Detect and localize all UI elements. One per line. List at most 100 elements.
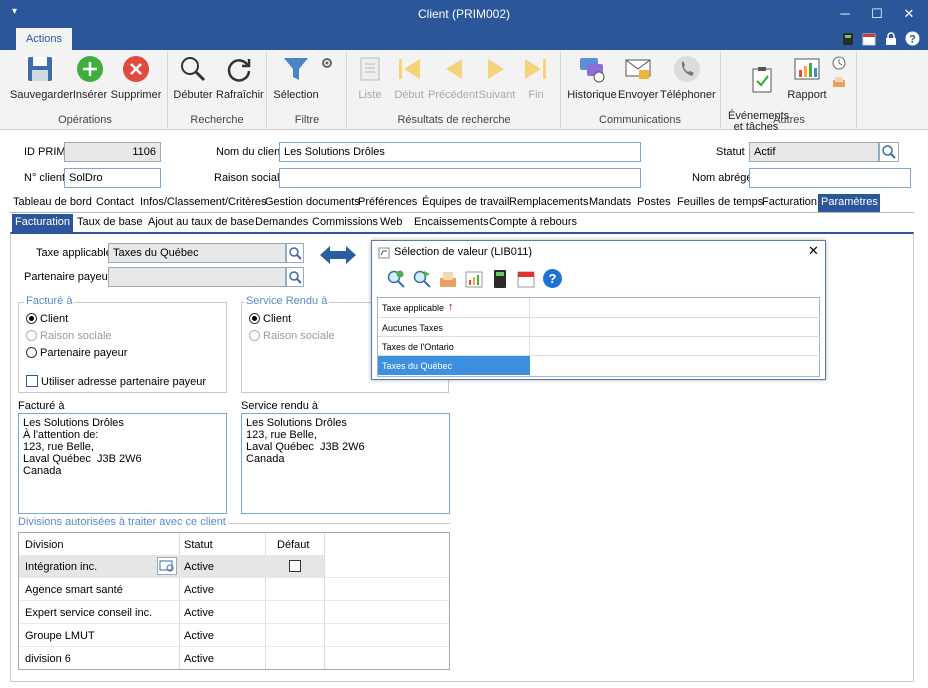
events-button[interactable]: Événements et tâches (728, 54, 789, 155)
history-button[interactable]: Historique (566, 54, 618, 101)
inbox-icon[interactable] (832, 76, 846, 88)
tab-documents[interactable]: Gestion documents (262, 194, 363, 212)
tab-infos[interactable]: Infos/Classement/Critères (137, 194, 270, 212)
tab-mandates[interactable]: Mandats (586, 194, 634, 212)
division-lookup-button[interactable] (157, 557, 177, 575)
tab-contact[interactable]: Contact (93, 194, 137, 212)
client-no-label: N° client (24, 172, 66, 184)
tab-positions[interactable]: Postes (634, 194, 674, 212)
last-button[interactable]: Fin (520, 54, 552, 101)
subtab-web[interactable]: Web (377, 214, 405, 232)
list-item[interactable]: Taxes de l'Ontario (378, 337, 530, 356)
billed-address-box[interactable]: Les Solutions Drôles À l'attention de: 1… (18, 413, 227, 514)
tax-search-button[interactable] (286, 243, 304, 263)
table-row-division[interactable]: Groupe LMUT (25, 630, 95, 642)
inbox-icon[interactable] (438, 269, 458, 289)
subtab-countdown[interactable]: Compte à rebours (486, 214, 580, 232)
previous-button[interactable]: Précédent (428, 54, 478, 101)
id-prim-field[interactable]: 1106 (64, 142, 161, 162)
table-row-division[interactable]: division 6 (25, 653, 71, 665)
billed-radio-payer[interactable]: Partenaire payeur (26, 347, 127, 359)
table-row-status[interactable]: Active (184, 561, 214, 573)
tab-actions[interactable]: Actions (16, 28, 72, 50)
calendar-icon[interactable] (516, 269, 536, 289)
subtab-commissions[interactable]: Commissions (309, 214, 381, 232)
table-row-status[interactable]: Active (184, 584, 214, 596)
help-icon[interactable]: ? (542, 268, 563, 289)
magnifier-icon (289, 247, 302, 260)
clipboard-check-icon (752, 67, 772, 93)
short-name-field[interactable] (749, 168, 911, 188)
list-column-header[interactable]: Taxe applicable ↑ (378, 298, 530, 318)
help-icon[interactable]: ? (905, 31, 920, 46)
list-button[interactable]: Liste (352, 54, 388, 101)
calculator-icon[interactable] (490, 269, 510, 289)
billed-radio-company[interactable]: Raison sociale (26, 330, 112, 342)
selection-filter-button[interactable]: Sélection (272, 54, 320, 101)
next-icon (488, 59, 504, 79)
close-button[interactable]: ✕ (894, 4, 924, 24)
phone-button[interactable]: Téléphoner (660, 54, 716, 101)
delete-button[interactable]: Supprimer (110, 54, 162, 101)
list-item[interactable]: Aucunes Taxes (378, 318, 530, 337)
use-payer-address-checkbox[interactable]: Utiliser adresse partenaire payeur (26, 375, 206, 388)
dialog-close-button[interactable]: ✕ (808, 243, 819, 259)
service-address-box[interactable]: Les Solutions Drôles 123, rue Belle, Lav… (241, 413, 450, 514)
subtab-add-rate[interactable]: Ajout au taux de base (145, 214, 257, 232)
report-button[interactable]: Rapport (786, 54, 828, 101)
table-row-status[interactable]: Active (184, 630, 214, 642)
subtab-requests[interactable]: Demandes (252, 214, 311, 232)
tab-replacements[interactable]: Remplacements (506, 194, 591, 212)
service-radio-company[interactable]: Raison sociale (249, 330, 335, 342)
subtab-billing[interactable]: Facturation (12, 214, 74, 232)
billed-radio-client[interactable]: Client (26, 313, 68, 325)
table-row-division[interactable]: Intégration inc. (25, 561, 97, 573)
tab-billing[interactable]: Facturation (759, 194, 820, 212)
status-field[interactable]: Actif (749, 142, 879, 162)
send-button[interactable]: Envoyer (618, 54, 658, 101)
divisions-grid: Division Statut Défaut Intégration inc. … (18, 532, 450, 670)
minimize-button[interactable]: ─ (830, 4, 860, 24)
chart-icon[interactable] (464, 269, 484, 289)
short-name-label: Nom abrégé (692, 172, 753, 184)
calendar-icon[interactable] (862, 32, 876, 46)
payer-field[interactable] (108, 267, 286, 287)
list-item-selected[interactable]: Taxes du Québec (378, 356, 530, 375)
refresh-button[interactable]: Rafraîchir (216, 54, 264, 101)
client-name-field[interactable]: Les Solutions Drôles (279, 142, 641, 162)
tab-dashboard[interactable]: Tableau de bord (10, 194, 95, 212)
gear-icon[interactable] (320, 56, 334, 70)
table-row-status[interactable]: Active (184, 653, 214, 665)
status-search-button[interactable] (879, 142, 899, 162)
maximize-button[interactable]: ☐ (862, 4, 892, 24)
table-row-status[interactable]: Active (184, 607, 214, 619)
clock-icon[interactable] (832, 56, 846, 70)
table-row-division[interactable]: Agence smart santé (25, 584, 123, 596)
payer-search-button[interactable] (286, 267, 304, 287)
col-division-header[interactable]: Division (25, 539, 64, 551)
search-add-icon[interactable] (386, 269, 406, 289)
save-button[interactable]: Sauvegarder (10, 54, 73, 101)
calculator-icon[interactable] (842, 32, 854, 46)
next-button[interactable]: Suivant (478, 54, 516, 101)
col-default-header[interactable]: Défaut (277, 539, 309, 551)
company-field[interactable] (279, 168, 641, 188)
table-row-division[interactable]: Expert service conseil inc. (25, 607, 152, 619)
default-checkbox[interactable] (289, 560, 301, 572)
insert-button[interactable]: Insérer (72, 54, 108, 101)
first-button[interactable]: Début (392, 54, 426, 101)
tax-field[interactable]: Taxes du Québec (108, 243, 286, 263)
service-radio-client[interactable]: Client (249, 313, 291, 325)
tab-teams[interactable]: Équipes de travail (419, 194, 512, 212)
start-search-button[interactable]: Débuter (172, 54, 214, 101)
envelope-icon (625, 59, 651, 79)
tab-preferences[interactable]: Préférences (355, 194, 420, 212)
tab-timesheets[interactable]: Feuilles de temps (674, 194, 766, 212)
search-next-icon[interactable] (412, 269, 432, 289)
subtab-base-rate[interactable]: Taux de base (74, 214, 145, 232)
subtab-collections[interactable]: Encaissements (411, 214, 492, 232)
client-no-field[interactable]: SolDro (64, 168, 161, 188)
tab-parameters[interactable]: Paramètres (818, 194, 880, 212)
col-status-header[interactable]: Statut (184, 539, 213, 551)
lock-icon[interactable] (884, 32, 898, 46)
